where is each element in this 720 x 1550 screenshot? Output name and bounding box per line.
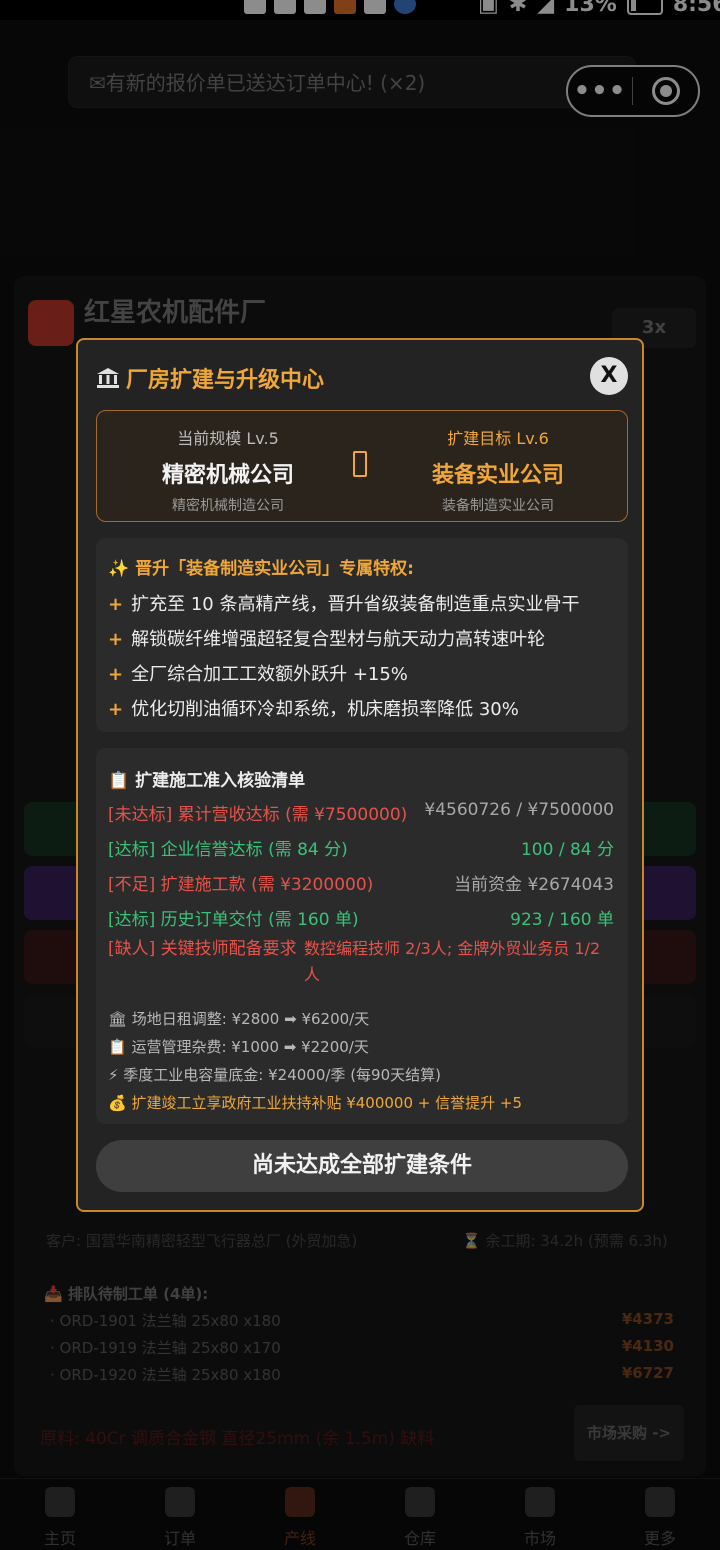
check-value: 923 / 160 单 xyxy=(510,910,614,930)
perk-item: + 解锁碳纤维增强超轻复合型材与航天动力高转速叶轮 xyxy=(108,625,545,651)
info-management-fee: 📋 运营管理杂费: ¥1000 ➡ ¥2200/天 xyxy=(108,1038,369,1056)
perk-text: 全厂综合加工工效额外跃升 +15% xyxy=(131,664,408,685)
target-level-sub: 装备制造实业公司 xyxy=(442,498,554,514)
modal-header: 厂房扩建与升级中心 xyxy=(96,362,324,394)
target-level: 扩建目标 Lv.6 装备实业公司 装备制造实业公司 xyxy=(383,425,613,515)
check-value: ¥4560726 / ¥7500000 xyxy=(424,800,614,820)
modal-title: 厂房扩建与升级中心 xyxy=(126,368,325,393)
check-label: [缺人] 关键技师配备要求 xyxy=(108,939,297,959)
plus-icon: + xyxy=(108,664,124,685)
bank-icon xyxy=(96,367,120,389)
upgrade-modal: 厂房扩建与升级中心 X 当前规模 Lv.5 精密机械公司 精密机械制造公司 扩建… xyxy=(76,338,644,1212)
current-level: 当前规模 Lv.5 精密机械公司 精密机械制造公司 xyxy=(113,425,343,515)
perk-text: 扩充至 10 条高精产线，晋升省级装备制造重点实业骨干 xyxy=(131,594,580,615)
info-rent: 🏛 场地日租调整: ¥2800 ➡ ¥6200/天 xyxy=(108,1010,370,1028)
checklist-section: 📋 扩建施工准入核验清单 [未达标] 累计营收达标 (需 ¥7500000) ¥… xyxy=(96,748,628,1124)
check-value: 100 / 84 分 xyxy=(520,840,614,860)
perks-section: ✨ 晋升「装备制造实业公司」专属特权: + 扩充至 10 条高精产线，晋升省级装备… xyxy=(96,538,628,732)
perk-item: + 全厂综合加工工效额外跃升 +15% xyxy=(108,660,408,686)
plus-icon: + xyxy=(108,629,124,650)
plus-icon: + xyxy=(108,594,124,615)
check-value: 数控编程技师 2/3人; 金牌外贸业务员 1/2人 xyxy=(304,939,601,984)
current-level-sub: 精密机械制造公司 xyxy=(172,498,284,514)
arrow-icon xyxy=(353,451,367,477)
info-power-fee: ⚡ 季度工业电容量底金: ¥24000/季 (每90天结算) xyxy=(108,1066,441,1084)
level-compare: 当前规模 Lv.5 精密机械公司 精密机械制造公司 扩建目标 Lv.6 装备实业… xyxy=(96,410,628,522)
perks-title: ✨ 晋升「装备制造实业公司」专属特权: xyxy=(108,559,414,579)
check-value: 当前资金 ¥2674043 xyxy=(454,875,614,895)
current-level-name: 精密机械公司 xyxy=(161,463,294,488)
checklist-title: 📋 扩建施工准入核验清单 xyxy=(108,771,306,791)
check-row-staff: [缺人] 关键技师配备要求 数控编程技师 2/3人; 金牌外贸业务员 1/2人 xyxy=(108,936,614,990)
perk-item: + 扩充至 10 条高精产线，晋升省级装备制造重点实业骨干 xyxy=(108,590,579,616)
target-level-caption: 扩建目标 Lv.6 xyxy=(447,429,549,448)
upgrade-button[interactable]: 尚未达成全部扩建条件 xyxy=(96,1140,628,1192)
check-label: [未达标] 累计营收达标 (需 ¥7500000) xyxy=(108,805,408,825)
info-subsidy: 💰 扩建竣工立享政府工业扶持补贴 ¥400000 + 信誉提升 +5 xyxy=(108,1094,523,1112)
close-button[interactable]: X xyxy=(590,357,628,395)
perk-item: + 优化切削油循环冷却系统，机床磨损率降低 30% xyxy=(108,695,519,721)
perk-text: 优化切削油循环冷却系统，机床磨损率降低 30% xyxy=(131,699,519,720)
check-label: [达标] 企业信誉达标 (需 84 分) xyxy=(108,840,348,860)
current-level-caption: 当前规模 Lv.5 xyxy=(177,429,279,448)
check-label: [达标] 历史订单交付 (需 160 单) xyxy=(108,910,359,930)
plus-icon: + xyxy=(108,699,124,720)
target-level-name: 装备实业公司 xyxy=(431,463,564,488)
perk-text: 解锁碳纤维增强超轻复合型材与航天动力高转速叶轮 xyxy=(131,629,546,650)
check-label: [不足] 扩建施工款 (需 ¥3200000) xyxy=(108,875,374,895)
